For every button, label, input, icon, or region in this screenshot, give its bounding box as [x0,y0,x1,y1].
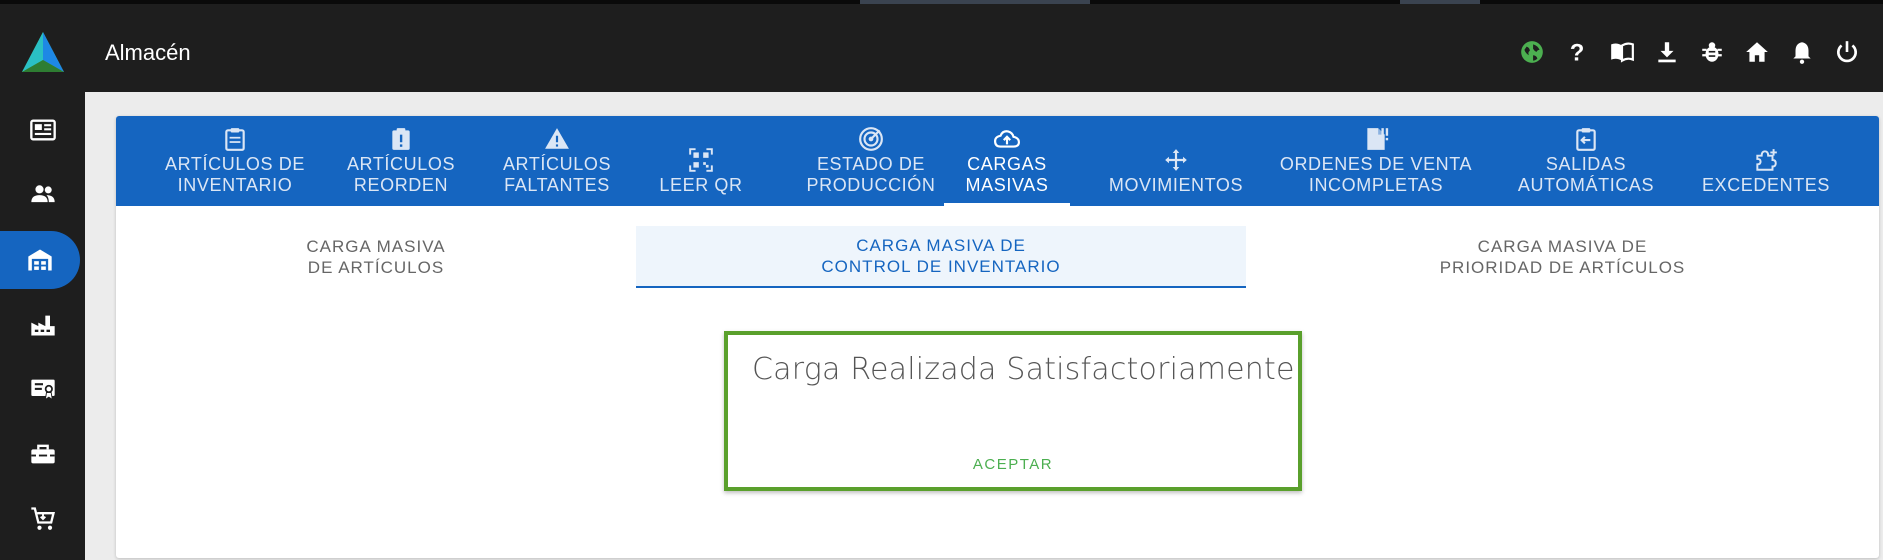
radar-icon [859,127,883,151]
subtab-carga-control-inventario[interactable]: CARGA MASIVA DE CONTROL DE INVENTARIO [636,226,1246,288]
tab-label: SALIDAS AUTOMÁTICAS [1517,154,1655,195]
puzzle-plus-icon [1756,149,1777,171]
svg-text:?: ? [1569,40,1584,65]
toolbox-icon [30,444,55,464]
subtab-carga-prioridad-articulos[interactable]: CARGA MASIVA DE PRIORIDAD DE ARTÍCULOS [1246,226,1879,288]
sidebar-item-factory[interactable] [0,296,85,354]
subtab-label: CARGA MASIVA DE CONTROL DE INVENTARIO [821,236,1061,276]
dialog-message: Carga Realizada Satisfactoriamente [752,352,1295,387]
tab-articulos-inventario[interactable]: ARTÍCULOS DE INVENTARIO [150,116,320,206]
app-logo[interactable] [20,30,66,74]
app-title: Almacén [105,40,191,65]
tab-label: ORDENES DE VENTA INCOMPLETAS [1279,154,1473,195]
globe-icon[interactable] [1509,36,1554,68]
sidebar-item-news[interactable] [0,101,85,159]
file-alert-icon [1367,128,1389,150]
tab-excedentes[interactable]: EXCEDENTES [1686,116,1846,206]
tab-label: ARTÍCULOS REORDEN [346,154,456,195]
tab-label: ESTADO DE PRODUCCIÓN [806,154,936,195]
newspaper-icon [29,119,56,141]
tab-ordenes-venta-incompletas[interactable]: ORDENES DE VENTA INCOMPLETAS [1266,116,1486,206]
sidebar-item-people[interactable] [0,165,85,223]
top-actions: ? [1509,36,1869,68]
subtab-carga-articulos[interactable]: CARGA MASIVA DE ARTÍCULOS [116,226,636,288]
sidebar-item-cart[interactable] [0,490,85,548]
main-tabs: ARTÍCULOS DE INVENTARIO ARTÍCULOS REORDE… [116,116,1879,206]
sidebar [0,92,85,560]
help-icon[interactable]: ? [1554,36,1599,68]
success-dialog: Carga Realizada Satisfactoriamente ACEPT… [724,331,1302,491]
tab-label: ARTÍCULOS DE INVENTARIO [165,154,305,195]
bell-icon[interactable] [1779,36,1824,68]
book-icon[interactable] [1599,36,1644,68]
certificate-icon [30,379,55,401]
tab-label: CARGAS MASIVAS [965,154,1049,195]
subtab-label: CARGA MASIVA DE ARTÍCULOS [306,237,446,277]
tab-label: MOVIMIENTOS [1108,175,1244,195]
tab-label: EXCEDENTES [1701,175,1831,195]
warehouse-icon [28,249,52,271]
cart-icon [30,507,55,530]
clipboard-icon [225,128,245,151]
accept-button[interactable]: ACEPTAR [728,456,1298,473]
power-icon[interactable] [1824,36,1869,68]
warning-icon [545,128,569,149]
tab-movimientos[interactable]: MOVIMIENTOS [1088,116,1264,206]
tab-articulos-reorden[interactable]: ARTÍCULOS REORDEN [336,116,466,206]
tab-label: LEER QR [659,175,743,195]
bug-icon[interactable] [1689,36,1734,68]
clipboard-exit-icon [1576,128,1596,151]
sidebar-item-toolbox[interactable] [0,425,85,483]
move-icon [1165,149,1187,171]
subtab-label: CARGA MASIVA DE PRIORIDAD DE ARTÍCULOS [1439,237,1686,277]
top-bar: Almacén ? [0,4,1883,92]
people-icon [30,185,55,203]
tab-articulos-faltantes[interactable]: ARTÍCULOS FALTANTES [492,116,622,206]
sidebar-item-warehouse[interactable] [0,231,80,289]
sub-tabs: CARGA MASIVA DE ARTÍCULOS CARGA MASIVA D… [116,226,1879,288]
home-icon[interactable] [1734,36,1779,68]
factory-icon [30,315,55,336]
tab-leer-qr[interactable]: LEER QR [646,116,756,206]
tab-estado-produccion[interactable]: ESTADO DE PRODUCCIÓN [776,116,966,206]
tab-cargas-masivas[interactable]: CARGAS MASIVAS [944,116,1070,206]
tab-label: ARTÍCULOS FALTANTES [502,154,612,195]
cloud-upload-icon [994,130,1020,148]
clipboard-alert-icon [392,128,410,150]
tab-salidas-automaticas[interactable]: SALIDAS AUTOMÁTICAS [1506,116,1666,206]
qr-icon [689,148,713,172]
sidebar-item-certificate[interactable] [0,360,85,418]
download-icon[interactable] [1644,36,1689,68]
